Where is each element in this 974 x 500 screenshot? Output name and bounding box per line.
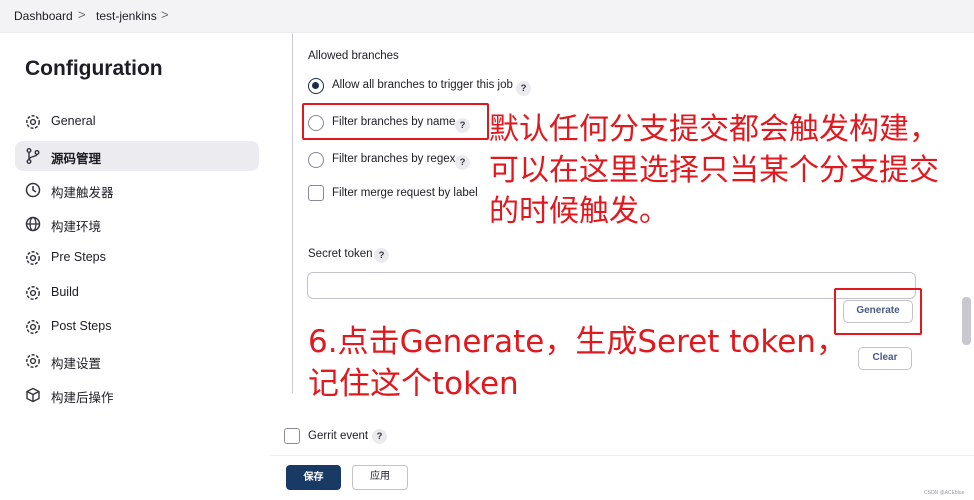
secret-token-label: Secret token [308,248,373,260]
sidebar-item-label: General [51,114,96,128]
annotation-branch-note-1: 默认任何分支提交都会触发构建， [489,112,939,147]
annotation-box-filter-by-name [302,103,489,140]
sidebar-item-build[interactable]: Build [15,278,259,308]
save-button[interactable]: 保存 [286,465,341,490]
section-divider [292,33,293,393]
breadcrumb-separator: > [161,7,169,22]
breadcrumb-separator: > [78,7,86,22]
radio-allow-all-branches[interactable] [308,78,324,94]
allowed-branches-label: Allowed branches [308,50,399,62]
help-icon[interactable]: ? [455,155,470,170]
sidebar-item-label: 构建设置 [51,357,102,371]
sidebar-item-build-settings[interactable]: 构建设置 [15,346,259,376]
annotation-generate-note-2: 记住这个token [308,366,519,402]
cube-icon [26,387,40,403]
annotation-box-generate [834,288,922,335]
gear-icon [26,251,40,265]
sidebar-item-pre-steps[interactable]: Pre Steps [15,243,259,273]
help-icon[interactable]: ? [374,248,389,263]
sidebar-item-post-steps[interactable]: Post Steps [15,312,259,342]
clear-button[interactable]: Clear [858,347,912,370]
allow-all-branches-label: Allow all branches to trigger this job [332,79,513,91]
sidebar-item-label: 构建环境 [51,220,102,234]
radio-filter-by-regex[interactable] [308,152,324,168]
watermark: CSDN @ACEblue [924,490,965,496]
apply-button[interactable]: 应用 [352,465,408,490]
breadcrumb-test-jenkins[interactable]: test-jenkins [96,9,157,23]
help-icon[interactable]: ? [516,81,531,96]
filter-by-regex-label: Filter branches by regex [332,153,456,165]
scrollbar-thumb[interactable] [962,297,971,345]
sidebar-item-build-triggers[interactable]: 构建触发器 [15,175,259,205]
sidebar-item-source-control[interactable]: 源码管理 [15,141,259,171]
secret-token-input[interactable] [307,272,916,299]
sidebar-item-post-build[interactable]: 构建后操作 [15,380,259,410]
page-title: Configuration [25,57,163,80]
annotation-branch-note-3: 的时候触发。 [489,194,669,229]
sidebar-item-label: Post Steps [51,319,112,333]
gear-icon [26,320,40,334]
annotation-generate-note-1: 6.点击Generate，生成Seret token， [308,324,847,360]
branch-icon [26,148,40,164]
sidebar-item-label: Pre Steps [51,250,106,264]
annotation-branch-note-2: 可以在这里选择只当某个分支提交 [489,153,939,188]
gear-icon [26,354,40,368]
breadcrumb: Dashboard > test-jenkins > [0,0,974,33]
globe-icon [25,216,41,232]
checkbox-filter-merge-request[interactable] [308,185,324,201]
sidebar-item-label: 构建触发器 [51,186,114,200]
help-icon[interactable]: ? [372,429,387,444]
checkbox-gerrit-event[interactable] [284,428,300,444]
gear-icon [26,286,40,300]
sidebar-item-label: 源码管理 [51,152,102,166]
gerrit-event-label: Gerrit event [308,430,369,442]
gear-icon [26,115,40,129]
clock-icon [25,182,41,198]
sidebar-item-build-environment[interactable]: 构建环境 [15,209,259,239]
filter-merge-request-label: Filter merge request by label [332,187,478,199]
sidebar-item-general[interactable]: General [15,107,259,137]
sidebar-item-label: Build [51,285,79,299]
sidebar-item-label: 构建后操作 [51,391,114,405]
breadcrumb-dashboard[interactable]: Dashboard [14,9,73,23]
